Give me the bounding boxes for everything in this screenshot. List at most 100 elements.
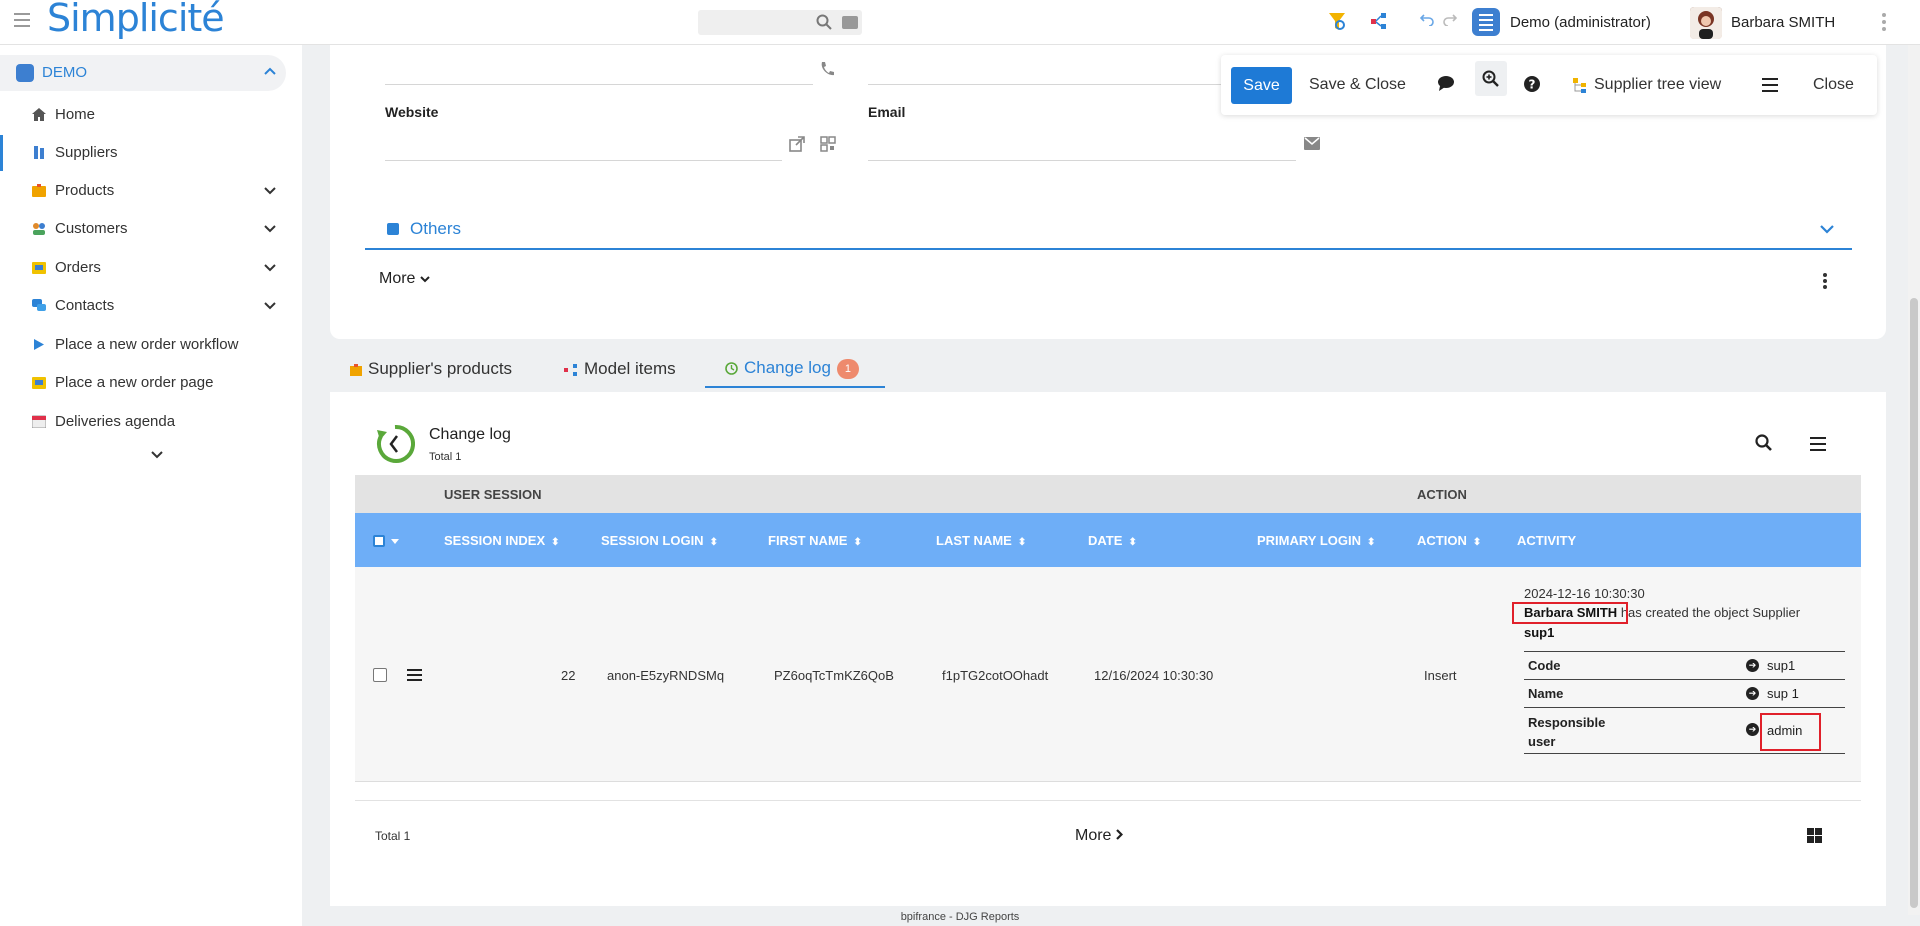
highlight-box-admin	[1760, 713, 1821, 751]
info-icon	[387, 223, 399, 235]
qrcode-icon[interactable]	[820, 136, 836, 152]
sort-icon[interactable]: ⬍	[1367, 537, 1375, 548]
col-first-name[interactable]: FIRST NAME ⬍	[768, 533, 862, 548]
chevron-down-icon[interactable]	[264, 225, 276, 233]
avatar[interactable]	[1690, 7, 1722, 39]
fax-field[interactable]	[868, 84, 1228, 85]
column-label: DATE	[1088, 533, 1123, 548]
col-primary-login[interactable]: PRIMARY LOGIN ⬍	[1257, 533, 1375, 548]
chevron-down-icon[interactable]	[264, 302, 276, 310]
save-button[interactable]: Save	[1231, 67, 1292, 104]
sort-icon[interactable]: ⬍	[710, 537, 718, 548]
envelope-icon[interactable]	[1304, 137, 1320, 150]
row-checkbox[interactable]	[373, 668, 387, 682]
cell-date: 12/16/2024 10:30:30	[1094, 668, 1214, 683]
home-icon	[32, 108, 46, 121]
chevron-down-icon[interactable]	[151, 451, 163, 459]
chevron-up-icon[interactable]	[264, 67, 276, 75]
sort-icon[interactable]: ⬍	[1473, 537, 1481, 548]
email-field[interactable]	[868, 160, 1296, 161]
col-session-index[interactable]: SESSION INDEX ⬍	[444, 533, 560, 548]
keyboard-icon[interactable]	[842, 16, 858, 29]
sidebar-item-customers[interactable]: Customers	[0, 211, 286, 247]
chevron-down-icon[interactable]	[264, 264, 276, 272]
col-last-name[interactable]: LAST NAME ⬍	[936, 533, 1026, 548]
row-menu-icon[interactable]	[407, 669, 422, 684]
arrow-right-circle-icon[interactable]: ➔	[1746, 687, 1759, 700]
col-date[interactable]: DATE ⬍	[1088, 533, 1137, 548]
user-name[interactable]: Barbara SMITH	[1731, 14, 1835, 31]
supplier-tree-view-button[interactable]: Supplier tree view	[1594, 76, 1721, 94]
scrollbar-thumb[interactable]	[1910, 298, 1918, 908]
select-all-checkbox[interactable]	[373, 535, 385, 547]
sidebar-item-contacts[interactable]: Contacts	[0, 288, 286, 324]
history-icon	[725, 362, 738, 375]
search-icon[interactable]	[816, 14, 832, 30]
sidebar-section-demo[interactable]: DEMO	[0, 55, 286, 91]
column-label: ACTIVITY	[1517, 533, 1577, 548]
scope-name[interactable]: Demo (administrator)	[1510, 14, 1651, 31]
activity-field-value: sup1	[1767, 658, 1796, 673]
zoom-button[interactable]	[1475, 61, 1507, 96]
column-label: PRIMARY LOGIN	[1257, 533, 1362, 548]
sort-icon[interactable]: ⬍	[551, 537, 559, 548]
model-icon[interactable]	[1370, 12, 1388, 30]
column-label: FIRST NAME	[768, 533, 848, 548]
help-icon[interactable]: ?	[1523, 75, 1541, 93]
close-button[interactable]: Close	[1813, 76, 1854, 94]
search-icon[interactable]	[1755, 434, 1773, 452]
others-section-label: Others	[410, 219, 462, 238]
sidebar-item-suppliers[interactable]: Suppliers	[0, 135, 286, 171]
app-logo[interactable]: Simplicité	[47, 0, 225, 40]
comment-icon[interactable]	[1437, 75, 1455, 91]
sort-icon[interactable]: ⬍	[1018, 537, 1026, 548]
chevron-down-icon[interactable]	[1820, 225, 1834, 234]
arrow-right-circle-icon[interactable]: ➔	[1746, 723, 1759, 736]
sort-icon[interactable]: ⬍	[1128, 537, 1136, 548]
grid-view-icon[interactable]	[1807, 828, 1823, 844]
more-options-icon[interactable]	[1882, 13, 1886, 34]
col-action[interactable]: ACTION ⬍	[1417, 533, 1481, 548]
sidebar-item-home[interactable]: Home	[0, 97, 286, 133]
tab-model-items[interactable]: Model items	[564, 350, 676, 388]
menu-toggle-icon[interactable]	[14, 13, 30, 27]
phone-field[interactable]	[385, 84, 813, 85]
tab-change-log[interactable]: Change log 1	[705, 350, 885, 388]
column-label: SESSION LOGIN	[601, 533, 704, 548]
arrow-right-circle-icon[interactable]: ➔	[1746, 659, 1759, 672]
chevron-down-icon[interactable]	[264, 187, 276, 195]
phone-icon[interactable]	[819, 61, 835, 77]
sort-icon[interactable]: ⬍	[853, 537, 861, 548]
col-session-login[interactable]: SESSION LOGIN ⬍	[601, 533, 718, 548]
footer-total: Total 1	[375, 829, 411, 843]
website-field[interactable]	[385, 160, 782, 161]
redo-icon[interactable]	[1443, 12, 1457, 26]
external-link-icon[interactable]	[789, 136, 805, 152]
tree-view-icon[interactable]	[1572, 77, 1588, 93]
sidebar-item-order-page[interactable]: Place a new order page	[0, 365, 286, 401]
select-menu-caret-icon[interactable]	[391, 539, 399, 544]
form-more-button[interactable]: More	[379, 270, 430, 288]
sidebar-item-orders[interactable]: Orders	[0, 250, 286, 286]
model-icon	[564, 363, 577, 376]
search-filter-icon[interactable]	[1328, 12, 1346, 32]
count-badge: 1	[836, 358, 859, 379]
product-icon	[32, 184, 46, 197]
scope-icon[interactable]	[1472, 8, 1500, 36]
group-header-row: USER SESSION ACTION	[355, 475, 1861, 513]
list-menu-icon[interactable]	[1810, 437, 1826, 455]
save-close-button[interactable]: Save & Close	[1309, 76, 1406, 94]
undo-icon[interactable]	[1420, 12, 1434, 26]
list-more-button[interactable]: More	[1075, 827, 1123, 845]
form-options-icon[interactable]	[1823, 273, 1827, 291]
sidebar-item-label: Orders	[55, 259, 101, 276]
global-search-input[interactable]	[698, 10, 862, 35]
others-section-header[interactable]: Others	[365, 215, 1852, 250]
activity-field-key: Name	[1528, 686, 1564, 701]
menu-icon[interactable]	[1762, 78, 1778, 92]
sidebar-item-deliveries-agenda[interactable]: Deliveries agenda	[0, 404, 286, 440]
sidebar-item-order-workflow[interactable]: Place a new order workflow	[0, 327, 286, 363]
tab-suppliers-products[interactable]: Supplier's products	[350, 350, 512, 388]
sidebar-item-products[interactable]: Products	[0, 173, 286, 209]
sidebar-item-label: Home	[55, 106, 96, 123]
